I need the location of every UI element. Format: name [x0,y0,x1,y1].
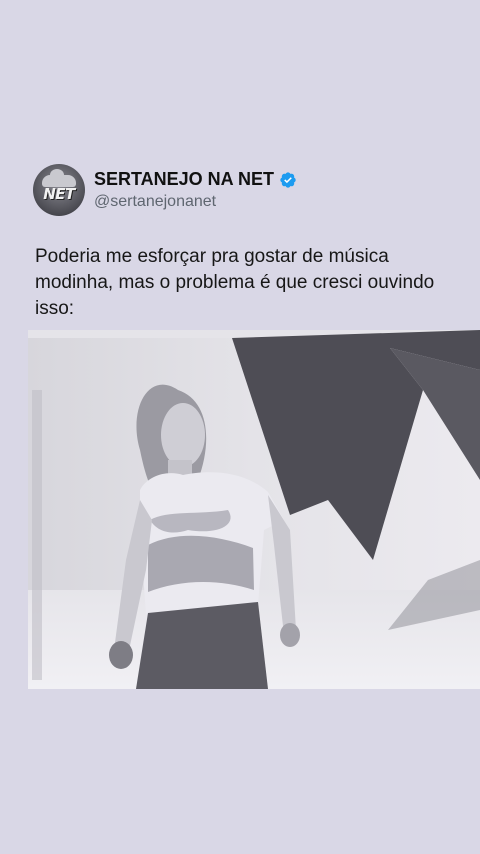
author-display-name[interactable]: SERTANEJO NA NET [94,169,274,191]
author-names: SERTANEJO NA NET @sertanejonanet [94,169,297,211]
post-header: NET SERTANEJO NA NET @sertanejonanet [33,164,297,216]
avatar-logo-text: NET [43,185,75,203]
author-handle[interactable]: @sertanejonanet [94,192,297,211]
post-text: Poderia me esforçar pra gostar de música… [35,246,440,319]
post-media-video[interactable] [28,330,480,689]
author-avatar[interactable]: NET [33,164,85,216]
verified-badge-icon [279,171,297,189]
display-name-row: SERTANEJO NA NET [94,169,297,191]
media-frame-image [28,330,480,689]
